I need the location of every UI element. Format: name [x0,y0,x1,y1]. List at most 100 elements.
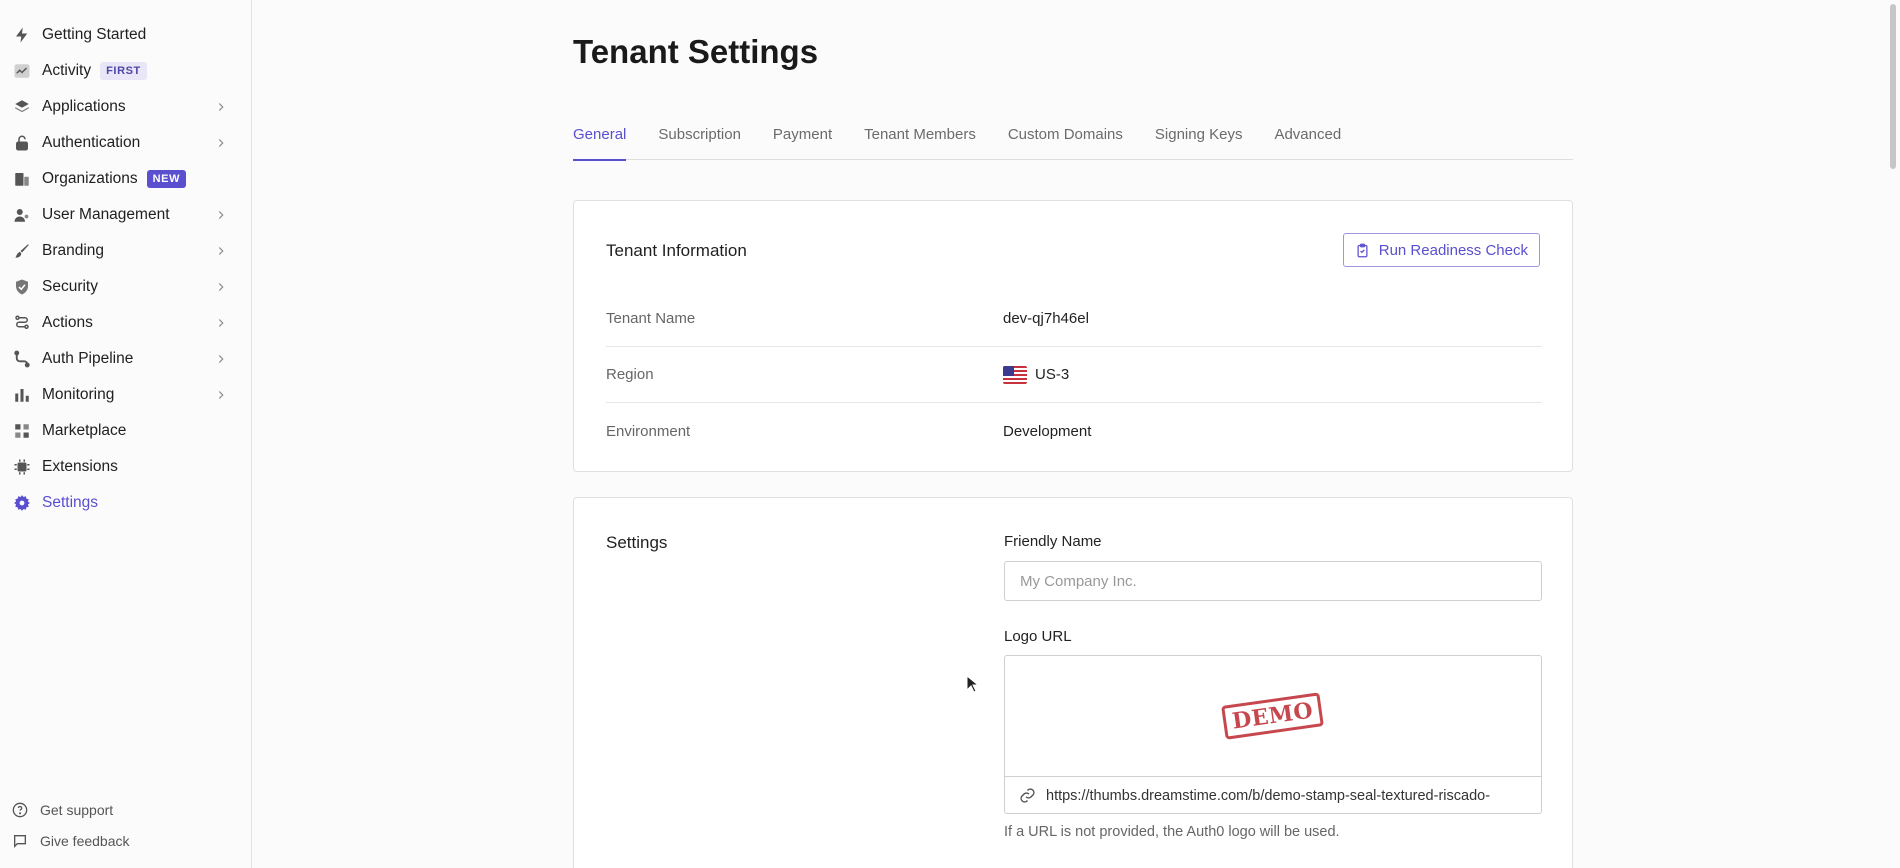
sidebar-item-label: Security [42,278,98,295]
sidebar-item-label: Activity [42,62,92,79]
tenant-name-row: Tenant Name dev-qj7h46el [606,291,1542,347]
sidebar-item-security[interactable]: Security [0,269,251,305]
chevron-right-icon [218,103,224,111]
tenant-name-label: Tenant Name [606,310,696,327]
tab-custom-domains[interactable]: Custom Domains [1008,120,1123,160]
region-value-wrap: US-3 [1003,365,1070,384]
sidebar-item-label: Getting Started [42,26,147,43]
sidebar-item-marketplace[interactable]: Marketplace [0,413,251,449]
environment-value: Development [1003,422,1092,440]
sidebar-item-auth-pipeline[interactable]: Auth Pipeline [0,341,251,377]
sidebar-item-settings[interactable]: Settings [0,485,251,521]
sidebar-item-label: Actions [42,314,93,331]
chevron-right-icon [218,211,224,219]
environment-label: Environment [606,422,691,440]
flow-icon [12,313,32,333]
lock-icon [12,133,32,153]
region-row: Region US-3 [606,347,1542,403]
mouse-cursor-icon [966,675,978,693]
chevron-right-icon [218,247,224,255]
sidebar-item-applications[interactable]: Applications [0,89,251,125]
sidebar-item-authentication[interactable]: Authentication [0,125,251,161]
chevron-right-icon [218,355,224,363]
tenant-name-value: dev-qj7h46el [1003,310,1089,327]
first-badge: FIRST [100,62,147,80]
clipboard-check-icon [1357,243,1368,257]
link-icon [1020,788,1035,803]
chevron-right-icon [218,139,224,147]
page-scrollbar[interactable] [1890,4,1896,169]
sidebar-item-label: Settings [42,494,99,511]
page-title: Tenant Settings [573,33,819,70]
sidebar-item-getting-started[interactable]: Getting Started [0,17,251,53]
users-icon [12,205,32,225]
building-icon [12,169,32,189]
grid-icon [12,421,32,441]
settings-card: Settings Friendly Name Logo URL DEMO htt… [573,497,1573,868]
logo-url-label: Logo URL [1004,628,1072,645]
sidebar-item-label: Marketplace [42,422,127,439]
sidebar-footer: Get support Give feedback [12,794,130,856]
sidebar-nav: Getting Started Activity FIRST Applicati… [0,0,251,521]
brush-icon [12,241,32,261]
us-flag-icon [1003,365,1027,384]
chevron-right-icon [218,283,224,291]
sidebar-item-label: Monitoring [42,386,115,403]
bar-chart-icon [12,385,32,405]
settings-title: Settings [606,533,668,552]
chip-icon [12,457,32,477]
sidebar-item-monitoring[interactable]: Monitoring [0,377,251,413]
sidebar-item-user-management[interactable]: User Management [0,197,251,233]
get-support-label: Get support [40,801,114,818]
get-support-link[interactable]: Get support [12,794,130,825]
sidebar-item-actions[interactable]: Actions [0,305,251,341]
chevron-right-icon [218,319,224,327]
logo-helper-text: If a URL is not provided, the Auth0 logo… [1004,824,1340,840]
friendly-name-label: Friendly Name [1004,533,1102,550]
logo-url-value: https://thumbs.dreamstime.com/b/demo-sta… [1046,787,1491,804]
region-label: Region [606,366,654,383]
help-circle-icon [12,802,28,817]
shield-icon [12,277,32,297]
sidebar-item-branding[interactable]: Branding [0,233,251,269]
sidebar: Getting Started Activity FIRST Applicati… [0,0,252,868]
demo-stamp-image: DEMO [1221,692,1325,740]
pipeline-icon [12,349,32,369]
run-readiness-check-button[interactable]: Run Readiness Check [1342,233,1540,267]
tab-advanced[interactable]: Advanced [1274,120,1341,160]
run-readiness-check-label: Run Readiness Check [1378,241,1528,259]
logo-url-field: DEMO https://thumbs.dreamstime.com/b/dem… [1004,655,1542,814]
sidebar-item-label: Organizations [42,170,138,187]
new-badge: NEW [146,170,187,188]
gear-icon [12,493,32,513]
region-value: US-3 [1035,366,1070,383]
give-feedback-link[interactable]: Give feedback [12,825,130,856]
activity-chart-icon [12,61,32,81]
message-icon [14,834,26,848]
layers-icon [12,97,32,117]
tab-tenant-members[interactable]: Tenant Members [864,120,976,160]
sidebar-item-label: Branding [42,242,105,259]
chevron-right-icon [218,391,224,399]
tenant-information-title: Tenant Information [606,241,747,260]
sidebar-item-label: User Management [42,206,170,223]
sidebar-item-extensions[interactable]: Extensions [0,449,251,485]
tab-general[interactable]: General [573,120,627,161]
sidebar-item-label: Extensions [42,458,118,475]
sidebar-item-label: Applications [42,98,126,115]
sidebar-item-organizations[interactable]: Organizations NEW [0,161,251,197]
logo-preview: DEMO [1005,656,1541,776]
friendly-name-input[interactable] [1004,561,1542,601]
lightning-icon [12,25,32,45]
sidebar-item-activity[interactable]: Activity FIRST [0,53,251,89]
environment-row: Environment Development [606,403,1542,459]
settings-tabs: General Subscription Payment Tenant Memb… [573,120,1573,161]
logo-url-input[interactable]: https://thumbs.dreamstime.com/b/demo-sta… [1005,776,1541,813]
sidebar-item-label: Auth Pipeline [42,350,134,367]
tab-signing-keys[interactable]: Signing Keys [1155,120,1243,160]
give-feedback-label: Give feedback [40,832,130,849]
tenant-information-card: Tenant Information Run Readiness Check T… [573,200,1573,472]
tab-subscription[interactable]: Subscription [658,120,741,160]
sidebar-item-label: Authentication [42,134,141,151]
tab-payment[interactable]: Payment [773,120,832,160]
